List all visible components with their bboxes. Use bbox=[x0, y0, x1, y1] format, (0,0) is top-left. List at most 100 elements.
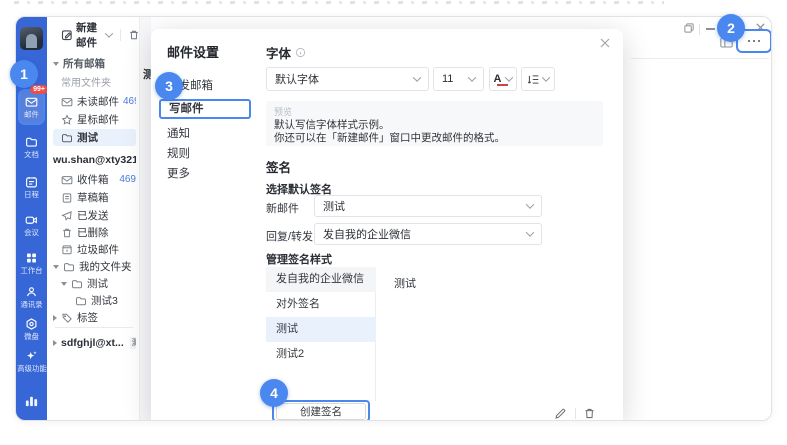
section-label: 常用文件夹 bbox=[61, 74, 111, 89]
account-header[interactable]: wu.shan@xty321.... bbox=[53, 151, 136, 168]
signature-item-external[interactable]: 对外签名 bbox=[266, 292, 376, 317]
content-pane bbox=[623, 17, 771, 421]
font-heading-label: 字体 bbox=[266, 43, 291, 62]
rail-item-calendar[interactable]: 日程 bbox=[16, 175, 47, 200]
screenshot-root: 邮件 99+ 文档 日程 会议 工作台 通讯录 bbox=[0, 0, 787, 445]
tag-icon bbox=[61, 312, 73, 324]
signature-section-heading: 签名 bbox=[266, 157, 291, 176]
folder-my-folders[interactable]: 我的文件夹 bbox=[53, 258, 136, 275]
window-minimize-button[interactable] bbox=[706, 28, 715, 30]
contacts-icon bbox=[16, 285, 47, 300]
font-size-select[interactable]: 11 bbox=[433, 67, 484, 91]
create-signature-button[interactable]: 创建签名 bbox=[276, 403, 366, 420]
folder-drafts[interactable]: 草稿箱 bbox=[53, 189, 136, 206]
folder-test-selected[interactable]: 测试 bbox=[53, 129, 136, 146]
step-2-badge: 2 bbox=[717, 14, 745, 42]
calendar-icon bbox=[16, 175, 47, 190]
compose-icon bbox=[61, 29, 73, 41]
signature-item-test-selected[interactable]: 测试 bbox=[266, 317, 376, 342]
preview-line2: 你还可以在「新建邮件」窗口中更改邮件的格式。 bbox=[274, 130, 505, 145]
user-avatar[interactable] bbox=[20, 27, 43, 50]
folder-sub-test3[interactable]: 测试3 bbox=[53, 292, 136, 309]
folder-label: 我的文件夹 bbox=[79, 259, 132, 274]
folder-starred[interactable]: 星标邮件 bbox=[53, 111, 136, 128]
step-1-badge: 1 bbox=[10, 60, 38, 88]
folder-icon bbox=[61, 132, 73, 144]
reply-forward-label: 回复/转发 bbox=[266, 228, 313, 244]
panel-divider bbox=[55, 327, 133, 328]
folder-junk[interactable]: 垃圾邮件 bbox=[53, 241, 136, 258]
folder-label: 已删除 bbox=[77, 225, 109, 240]
line-spacing-button[interactable] bbox=[521, 67, 555, 91]
list-header: 测试 bbox=[143, 66, 151, 82]
folder-label: 测试 bbox=[77, 130, 98, 145]
signature-item-test2[interactable]: 测试2 bbox=[266, 342, 376, 367]
rail-item-mail[interactable]: 邮件 99+ bbox=[18, 89, 45, 125]
font-color-letter: A bbox=[494, 74, 502, 84]
inbox-count: 469 bbox=[119, 174, 136, 185]
folder-all-mail[interactable]: 所有邮箱 bbox=[53, 55, 136, 72]
rail-item-meeting[interactable]: 会议 bbox=[16, 213, 47, 238]
modal-title: 邮件设置 bbox=[167, 42, 219, 61]
chevron-down-icon bbox=[53, 62, 59, 66]
account2-header[interactable]: sdfghjl@xt... 测试111 bbox=[53, 334, 136, 351]
delete-signature-icon[interactable] bbox=[583, 407, 596, 420]
new-mail-label: 新邮件 bbox=[266, 200, 299, 216]
folder-unread[interactable]: 未读邮件 469 bbox=[53, 93, 136, 110]
settings-menu-compose[interactable]: 写邮件 bbox=[159, 99, 251, 119]
compose-button[interactable]: 新建邮件 bbox=[61, 20, 112, 50]
mail-icon bbox=[61, 96, 73, 108]
reply-signature-select[interactable]: 发自我的企业微信 bbox=[314, 223, 542, 245]
font-color-button[interactable]: A bbox=[489, 67, 517, 91]
signature-preview-content: 测试 bbox=[394, 275, 416, 291]
folder-icon bbox=[71, 278, 83, 290]
rail-item-contacts[interactable]: 通讯录 bbox=[16, 285, 47, 310]
draft-icon bbox=[61, 192, 73, 204]
font-family-select[interactable]: 默认字体 bbox=[266, 67, 429, 91]
step-4-badge: 4 bbox=[260, 379, 288, 407]
rail-item-docs[interactable]: 文档 bbox=[16, 135, 47, 160]
mail-settings-modal: 邮件设置 收发邮箱 写邮件 通知 规则 更多 字体 默认字体 11 A bbox=[151, 29, 623, 421]
trash-icon[interactable] bbox=[128, 29, 140, 41]
modal-close-icon[interactable] bbox=[599, 37, 611, 49]
rail-item-workbench[interactable]: 工作台 bbox=[16, 251, 47, 276]
folder-sub-test[interactable]: 测试 bbox=[53, 275, 136, 292]
rail-item-label: 文档 bbox=[17, 150, 46, 159]
sparkle-icon bbox=[16, 349, 47, 364]
chevron-right-icon bbox=[53, 340, 57, 346]
compose-label: 新建邮件 bbox=[76, 20, 103, 50]
folder-inbox[interactable]: 收件箱 469 bbox=[53, 171, 136, 188]
stats-icon[interactable] bbox=[24, 393, 39, 408]
folder-label: 草稿箱 bbox=[77, 190, 109, 205]
mail-toolbar: 新建邮件 bbox=[47, 25, 140, 45]
folder-label: 星标邮件 bbox=[77, 112, 119, 127]
folder-tags[interactable]: 标签 bbox=[53, 309, 136, 326]
chevron-down-icon bbox=[526, 200, 534, 208]
chevron-down-icon bbox=[468, 73, 476, 81]
rail-item-drive[interactable]: 微盘 bbox=[16, 317, 47, 342]
font-family-value: 默认字体 bbox=[275, 71, 319, 87]
cropped-text-artifact bbox=[14, 1, 664, 4]
settings-menu-more[interactable]: 更多 bbox=[167, 165, 190, 181]
drive-icon bbox=[16, 317, 47, 332]
line-spacing-icon bbox=[527, 73, 540, 86]
settings-menu-rules[interactable]: 规则 bbox=[167, 145, 190, 161]
settings-menu-notifications[interactable]: 通知 bbox=[167, 125, 190, 141]
chevron-down-icon bbox=[53, 265, 59, 269]
reply-signature-value: 发自我的企业微信 bbox=[323, 226, 411, 242]
folder-label: 测试 bbox=[87, 276, 108, 291]
folder-label: 已发送 bbox=[77, 208, 109, 223]
account-label: wu.shan@xty321.... bbox=[53, 154, 136, 166]
junk-icon bbox=[61, 244, 73, 256]
info-icon bbox=[295, 47, 306, 58]
section-common-folders: 常用文件夹 bbox=[53, 73, 136, 90]
account-tag-badge: 测试111 bbox=[130, 337, 136, 349]
window-restore-button[interactable] bbox=[683, 22, 695, 34]
rail-item-advanced[interactable]: 高级功能 bbox=[16, 349, 47, 374]
edit-signature-icon[interactable] bbox=[554, 407, 567, 420]
new-mail-signature-select[interactable]: 测试 bbox=[314, 195, 542, 217]
folder-sent[interactable]: 已发送 bbox=[53, 207, 136, 224]
folder-deleted[interactable]: 已删除 bbox=[53, 224, 136, 241]
signature-item-wecom[interactable]: 发自我的企业微信 bbox=[266, 267, 376, 292]
account-label: sdfghjl@xt... bbox=[61, 337, 124, 349]
